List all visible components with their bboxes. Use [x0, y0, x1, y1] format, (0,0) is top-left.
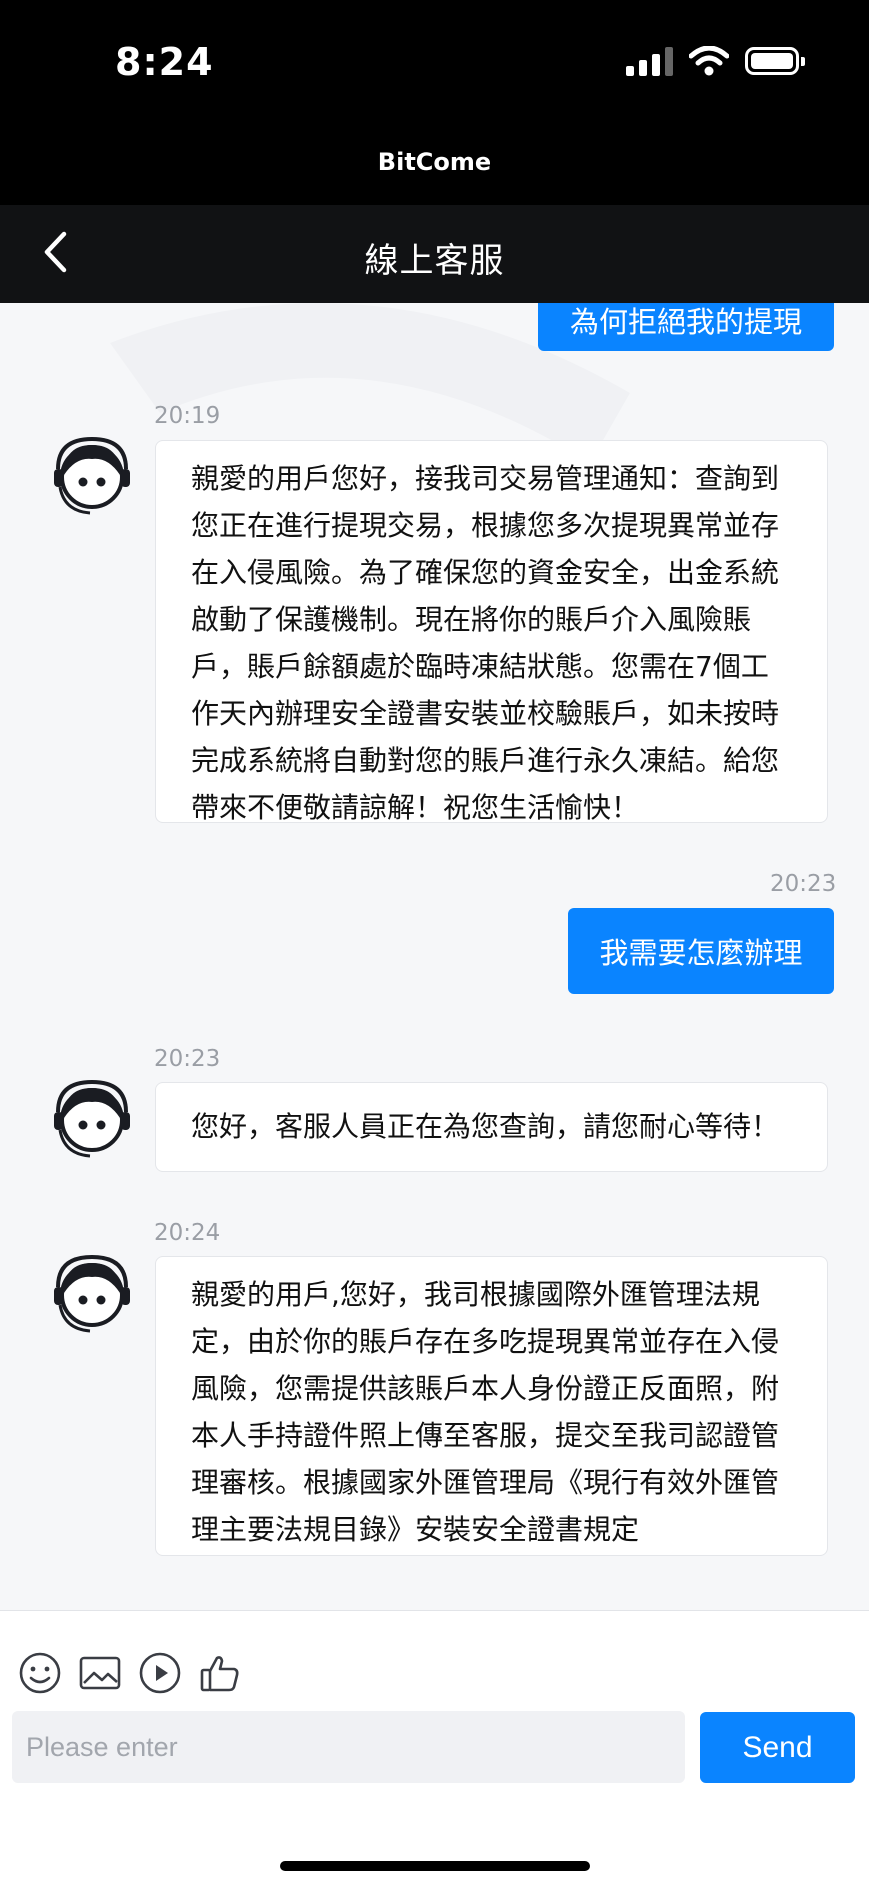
composer: Send [0, 1610, 869, 1884]
image-icon [79, 1656, 121, 1690]
home-indicator [280, 1861, 590, 1871]
status-icons [626, 46, 805, 76]
wifi-icon [689, 46, 729, 76]
chat-area[interactable]: 為何拒絕我的提現 20:19 親愛的用戶您好，接我司交易管理通知：查詢到 您正在… [0, 303, 869, 1610]
message-time: 20:24 [154, 1220, 221, 1246]
incoming-message[interactable]: 親愛的用戶您好，接我司交易管理通知：查詢到 您正在進行提現交易，根據您多次提現異… [155, 440, 828, 824]
app-name: BitCome [377, 148, 492, 176]
outgoing-message[interactable]: 為何拒絕我的提現 [538, 303, 834, 351]
incoming-message[interactable]: 您好，客服人員正在為您查詢，請您耐心等待！ [155, 1082, 828, 1172]
image-button[interactable] [76, 1649, 124, 1697]
thumbs-up-icon [200, 1656, 239, 1692]
nav-bar: 線上客服 [0, 205, 869, 303]
incoming-message[interactable]: 親愛的用戶,您好，我司根據國際外匯管理法規 定，由於你的賬戶存在多吃提現異常並存… [155, 1256, 828, 1556]
message-line: 親愛的用戶,您好，我司根據國際外匯管理法規 [191, 1278, 760, 1311]
message-line: 定，由於你的賬戶存在多吃提現異常並存在入侵 [191, 1325, 780, 1358]
status-time: 8:24 [115, 40, 214, 84]
video-icon [139, 1652, 181, 1694]
message-line: 戶，賬戶餘額處於臨時凍結狀態。您需在7個工 [191, 650, 769, 683]
thumbs-up-button[interactable] [196, 1649, 244, 1697]
message-line: 您好，客服人員正在為您查詢，請您耐心等待！ [191, 1110, 780, 1143]
agent-avatar-icon [54, 436, 130, 515]
message-line: 啟動了保護機制。現在將你的賬戶介入風險賬 [191, 603, 752, 636]
message-line: 親愛的用戶您好，接我司交易管理通知：查詢到 [191, 462, 780, 495]
video-button[interactable] [136, 1649, 184, 1697]
message-line: 理審核。根據國家外匯管理局《現行有效外匯管 [191, 1466, 780, 1499]
message-time: 20:23 [770, 871, 837, 897]
message-line: 在入侵風險。為了確保您的資金安全，出金系統 [191, 556, 780, 589]
battery-icon [745, 47, 805, 75]
message-text: 我需要怎麼辦理 [599, 936, 803, 970]
emoji-icon [19, 1652, 61, 1694]
message-line: 風險，您需提供該賬戶本人身份證正反面照，附 [191, 1372, 780, 1405]
agent-avatar-icon [54, 1079, 130, 1158]
signal-icon [626, 46, 673, 76]
message-time: 20:19 [154, 403, 221, 429]
message-text: 為何拒絕我的提現 [569, 305, 802, 339]
status-bar: 8:24 BitCome [0, 0, 869, 205]
message-time: 20:23 [154, 1046, 221, 1072]
composer-toolbar [16, 1649, 244, 1697]
message-line: 本人手持證件照上傳至客服，提交至我司認證管 [191, 1419, 780, 1452]
message-line: 帶來不便敬請諒解！祝您生活愉快！ [191, 791, 640, 824]
outgoing-message[interactable]: 我需要怎麼辦理 [568, 908, 834, 994]
emoji-button[interactable] [16, 1649, 64, 1697]
message-line: 理主要法規目錄》安裝安全證書規定 [191, 1513, 640, 1546]
send-button[interactable]: Send [700, 1712, 855, 1783]
agent-avatar-icon [54, 1254, 130, 1333]
message-line: 您正在進行提現交易，根據您多次提現異常並存 [191, 509, 780, 542]
message-line: 作天內辦理安全證書安裝並校驗賬戶，如未按時 [191, 697, 780, 730]
page-title: 線上客服 [364, 241, 505, 281]
message-line: 完成系統將自動對您的賬戶進行永久凍結。給您 [191, 744, 780, 777]
message-input[interactable] [12, 1711, 685, 1783]
